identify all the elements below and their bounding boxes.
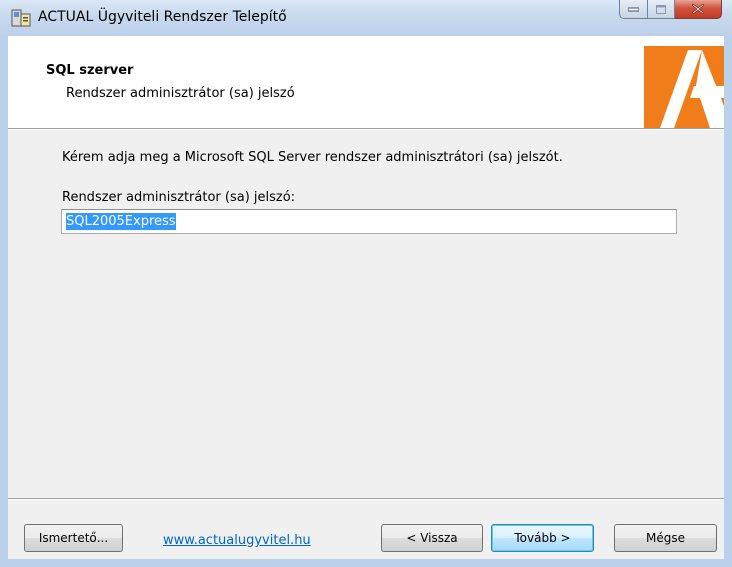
window-title: ACTUAL Ügyviteli Rendszer Telepítő: [38, 9, 287, 25]
wizard-header: SQL szerver Rendszer adminisztrátor (sa)…: [8, 36, 724, 129]
page-title: SQL szerver: [46, 63, 134, 78]
title-bar[interactable]: ACTUAL Ügyviteli Rendszer Telepítő: [0, 0, 732, 36]
maximize-button[interactable]: [648, 0, 675, 19]
footer-divider: [8, 498, 724, 500]
installer-window: ACTUAL Ügyviteli Rendszer Telepítő SQL s…: [0, 0, 732, 567]
next-button[interactable]: Tovább >: [491, 524, 594, 552]
window-controls: [619, 0, 722, 20]
website-link[interactable]: www.actualugyvitel.hu: [163, 533, 311, 548]
minimize-icon: [628, 7, 639, 12]
password-label: Rendszer adminisztrátor (sa) jelszó:: [62, 190, 296, 205]
back-button[interactable]: < Vissza: [381, 524, 483, 552]
maximize-icon: [656, 4, 666, 14]
dialog-client: SQL szerver Rendszer adminisztrátor (sa)…: [8, 36, 724, 559]
instruction-text: Kérem adja meg a Microsoft SQL Server re…: [62, 150, 563, 165]
actual-logo: [644, 46, 724, 128]
wizard-content: Kérem adja meg a Microsoft SQL Server re…: [8, 129, 724, 489]
cancel-button[interactable]: Mégse: [614, 524, 717, 552]
page-subtitle: Rendszer adminisztrátor (sa) jelszó: [66, 86, 295, 101]
close-button[interactable]: [675, 0, 722, 19]
sa-password-input[interactable]: SQL2005Express: [61, 209, 677, 234]
installer-icon: [11, 9, 31, 27]
minimize-button[interactable]: [619, 0, 648, 19]
password-value: SQL2005Express: [66, 213, 176, 230]
close-icon: [692, 4, 704, 14]
info-button[interactable]: Ismertető...: [24, 524, 123, 552]
